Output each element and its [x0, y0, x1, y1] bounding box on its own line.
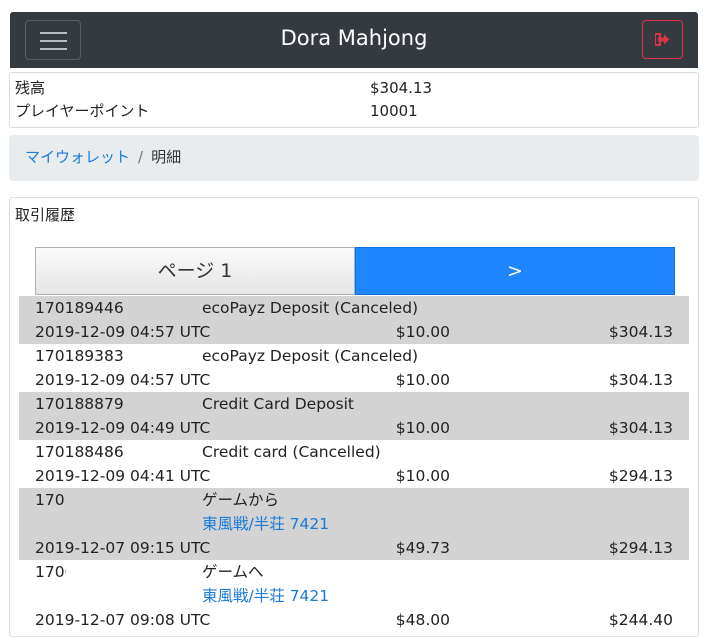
- transaction-description: ecoPayz Deposit (Canceled): [202, 299, 419, 317]
- transaction-amount: $10.00: [395, 371, 450, 389]
- balance-value: $304.13: [370, 79, 433, 97]
- transaction-description: ゲームから: [202, 491, 280, 509]
- points-row: プレイヤーポイント 10001: [15, 100, 698, 123]
- game-link[interactable]: 東風戦/半荘 7421: [202, 512, 329, 536]
- transaction-description: ecoPayz Deposit (Canceled): [202, 347, 419, 365]
- breadcrumb-link-wallet[interactable]: マイウォレット: [25, 148, 130, 166]
- transaction-balance: $304.13: [608, 371, 673, 389]
- transaction-row: 170 ゲームから 東風戦/半荘 7421 2019-12-07 09:15 U…: [19, 488, 689, 560]
- game-link[interactable]: 東風戦/半荘 7421: [202, 584, 329, 608]
- transaction-history-card: 取引履歴 ページ 1 > 170189446 ecoPayz Deposit (…: [9, 197, 699, 637]
- app-title: Dora Mahjong: [280, 26, 428, 50]
- transaction-date: 2019-12-07 09:08 UTC: [35, 611, 211, 629]
- transaction-description: Credit card (Cancelled): [202, 443, 381, 461]
- transaction-balance: $304.13: [608, 419, 673, 437]
- transaction-list: 170189446 ecoPayz Deposit (Canceled) 201…: [19, 296, 689, 632]
- logout-button[interactable]: [642, 20, 683, 59]
- transaction-description: Credit Card Deposit: [202, 395, 354, 413]
- points-value: 10001: [370, 102, 418, 120]
- transaction-amount: $48.00: [395, 611, 450, 629]
- transaction-id: 1700: [35, 563, 66, 581]
- transaction-amount: $49.73: [395, 539, 450, 557]
- transaction-row: 170189383 ecoPayz Deposit (Canceled) 201…: [19, 344, 689, 392]
- transaction-id: 170: [35, 491, 65, 509]
- points-label: プレイヤーポイント: [15, 102, 150, 120]
- breadcrumb-separator: /: [138, 148, 144, 166]
- transaction-row: 170188879 Credit Card Deposit 2019-12-09…: [19, 392, 689, 440]
- transaction-id: 170189446: [35, 299, 124, 317]
- transaction-id: 170189383: [35, 347, 124, 365]
- transaction-date: 2019-12-09 04:41 UTC: [35, 467, 211, 485]
- transaction-balance: $244.40: [608, 611, 673, 629]
- transaction-row: 170188486 Credit card (Cancelled) 2019-1…: [19, 440, 689, 488]
- sign-out-icon: [655, 33, 670, 46]
- breadcrumb-current: 明細: [151, 148, 182, 166]
- transaction-balance: $294.13: [608, 467, 673, 485]
- next-page-button[interactable]: >: [355, 247, 675, 295]
- breadcrumb: マイウォレット / 明細: [9, 135, 699, 181]
- transaction-date: 2019-12-09 04:57 UTC: [35, 323, 211, 341]
- top-navbar: Dora Mahjong: [10, 12, 698, 68]
- transaction-date: 2019-12-09 04:49 UTC: [35, 419, 211, 437]
- transaction-balance: $304.13: [608, 323, 673, 341]
- balance-row: 残高 $304.13: [15, 77, 698, 100]
- pager: ページ 1 >: [35, 247, 675, 295]
- transaction-description: ゲームへ: [202, 563, 264, 581]
- transaction-amount: $10.00: [395, 419, 450, 437]
- transaction-amount: $10.00: [395, 467, 450, 485]
- transaction-amount: $10.00: [395, 323, 450, 341]
- balance-label: 残高: [15, 79, 46, 97]
- transaction-row: 1700 ゲームへ 東風戦/半荘 7421 2019-12-07 09:08 U…: [19, 560, 689, 632]
- balance-card: 残高 $304.13 プレイヤーポイント 10001: [9, 72, 699, 128]
- transaction-row: 170189446 ecoPayz Deposit (Canceled) 201…: [19, 296, 689, 344]
- transaction-id: 170188486: [35, 443, 124, 461]
- transaction-balance: $294.13: [608, 539, 673, 557]
- transaction-date: 2019-12-09 04:57 UTC: [35, 371, 211, 389]
- transaction-id: 170188879: [35, 395, 124, 413]
- page-indicator-button[interactable]: ページ 1: [35, 247, 355, 295]
- transaction-date: 2019-12-07 09:15 UTC: [35, 539, 211, 557]
- history-title: 取引履歴: [15, 206, 76, 224]
